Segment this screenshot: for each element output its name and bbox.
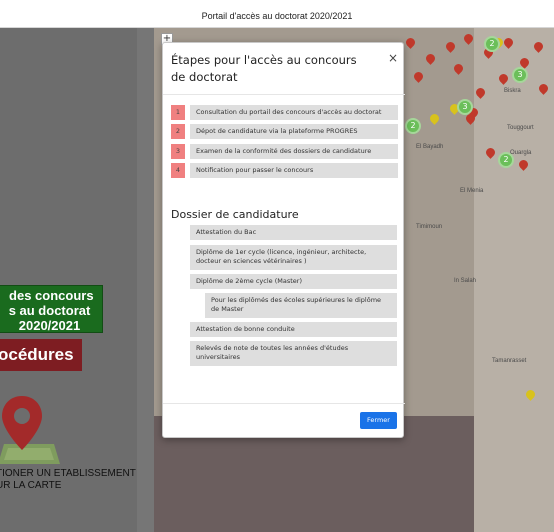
- map-label: Touggourt: [507, 125, 534, 131]
- dossier-item: Relevés de note de toutes les années d'é…: [190, 341, 397, 366]
- map-label: Ouargla: [510, 150, 532, 156]
- modal-title: Étapes pour l'accès au concours de docto…: [171, 53, 357, 84]
- dossier-title: Dossier de candidature: [171, 208, 299, 221]
- dossier-item: Attestation du Bac: [190, 225, 397, 240]
- page-title: Portail d'accès au doctorat 2020/2021: [201, 11, 353, 21]
- panel-divider: [137, 28, 154, 532]
- map-label: El Bayadh: [416, 144, 444, 150]
- step-number: 1: [171, 105, 185, 120]
- step-text: Consultation du portail des concours d'a…: [190, 105, 398, 120]
- step-number: 4: [171, 163, 185, 178]
- close-icon[interactable]: ×: [386, 51, 400, 65]
- step-number: 2: [171, 124, 185, 139]
- dossier-item: Diplôme de 2ème cycle (Master): [190, 274, 397, 289]
- step-text: Notification pour passer le concours: [190, 163, 398, 178]
- map-label: In Salah: [454, 278, 477, 284]
- map-pin-icon: [0, 396, 60, 464]
- marker-cluster[interactable]: 3: [457, 99, 473, 115]
- marker-cluster[interactable]: 3: [512, 67, 528, 83]
- dossier-item: Attestation de bonne conduite: [190, 322, 397, 337]
- step-text: Dépot de candidature via la plateforme P…: [190, 124, 398, 139]
- steps-modal: Étapes pour l'accès au concours de docto…: [162, 42, 405, 438]
- concours-banner[interactable]: des concours s au doctorat 2020/2021: [0, 285, 103, 333]
- modal-header: Étapes pour l'accès au concours de docto…: [163, 43, 405, 95]
- step-text: Examen de la conformité des dossiers de …: [190, 144, 398, 159]
- map-label: Timimoun: [416, 224, 443, 230]
- step-number: 3: [171, 144, 185, 159]
- dossier-item: Pour les diplômés des écoles supérieures…: [205, 293, 397, 318]
- select-establishment-link[interactable]: TIONER UN ETABLISSEMENT UR LA CARTE: [0, 468, 136, 492]
- fermer-button[interactable]: Fermer: [360, 412, 397, 429]
- map-label: El Menia: [460, 188, 484, 194]
- map-land-east: [474, 28, 554, 532]
- map-label: Tamanrasset: [492, 358, 527, 364]
- procedures-button[interactable]: océdures: [0, 339, 82, 371]
- map-label: Biskra: [504, 88, 521, 94]
- top-bar: Portail d'accès au doctorat 2020/2021: [0, 0, 554, 28]
- marker-cluster[interactable]: 2: [484, 36, 500, 52]
- dossier-item: Diplôme de 1er cycle (licence, ingénieur…: [190, 245, 397, 270]
- left-panel: des concours s au doctorat 2020/2021 océ…: [0, 28, 154, 532]
- marker-cluster[interactable]: 2: [405, 118, 421, 134]
